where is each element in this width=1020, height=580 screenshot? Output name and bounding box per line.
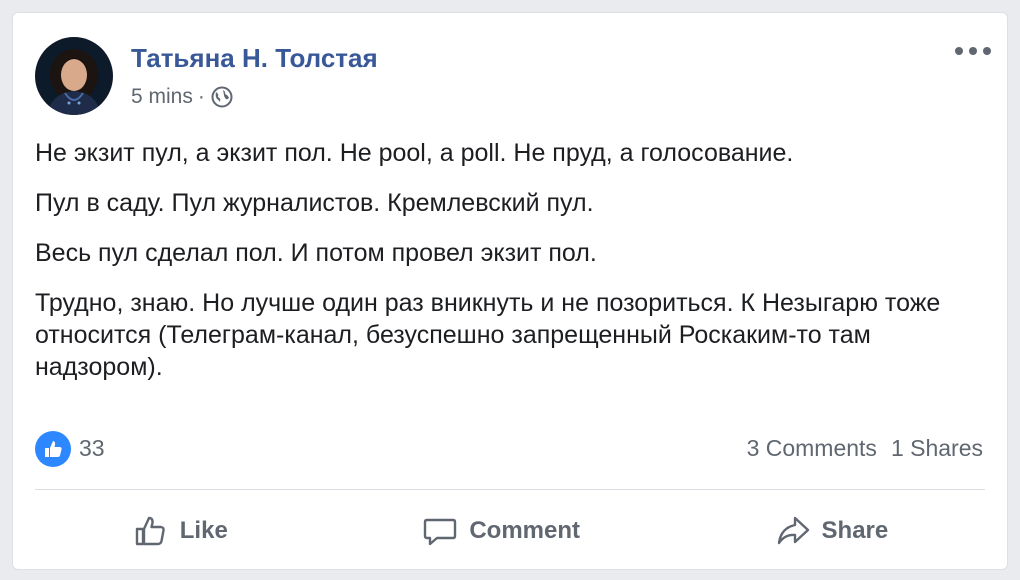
post-paragraph: Не экзит пул, а экзит пол. Не pool, а po… [35, 139, 794, 167]
avatar-image [35, 37, 113, 115]
share-button[interactable]: Share [754, 506, 909, 556]
comment-icon [424, 518, 457, 546]
post-timestamp[interactable]: 5 mins [131, 85, 193, 109]
meta-separator: · [197, 85, 205, 108]
post-paragraph: Весь пул сделал пол. И потом провел экзи… [35, 239, 597, 267]
share-button-label: Share [821, 517, 889, 544]
post-paragraph: Трудно, знаю. Но лучше один раз вникнуть… [35, 289, 941, 381]
like-button[interactable]: Like [112, 506, 248, 556]
action-bar: Like Comment Share [35, 503, 985, 559]
post-meta: 5 mins · [131, 85, 233, 109]
comments-count[interactable]: 3 Comments [747, 435, 877, 462]
avatar[interactable] [35, 37, 113, 115]
share-arrow-icon [777, 516, 809, 545]
thumbs-up-icon [135, 516, 165, 546]
like-reaction-icon[interactable] [35, 431, 71, 467]
shares-count[interactable]: 1 Shares [891, 435, 983, 462]
post-paragraph: Пул в саду. Пул журналистов. Кремлевский… [35, 189, 594, 217]
post-body: Не экзит пул, а экзит пол. Не pool, а po… [35, 137, 985, 401]
comment-button[interactable]: Comment [401, 506, 600, 556]
like-button-label: Like [179, 517, 228, 544]
globe-icon[interactable] [211, 86, 233, 108]
like-count[interactable]: 33 [79, 435, 105, 462]
engagement-counts: 3 Comments 1 Shares [747, 435, 983, 462]
author-name[interactable]: Татьяна Н. Толстая [131, 43, 378, 74]
post-card: Татьяна Н. Толстая 5 mins · Не экзит пул… [12, 12, 1008, 570]
more-options-icon[interactable] [955, 41, 991, 61]
comment-button-label: Comment [469, 517, 580, 544]
divider [35, 489, 985, 490]
